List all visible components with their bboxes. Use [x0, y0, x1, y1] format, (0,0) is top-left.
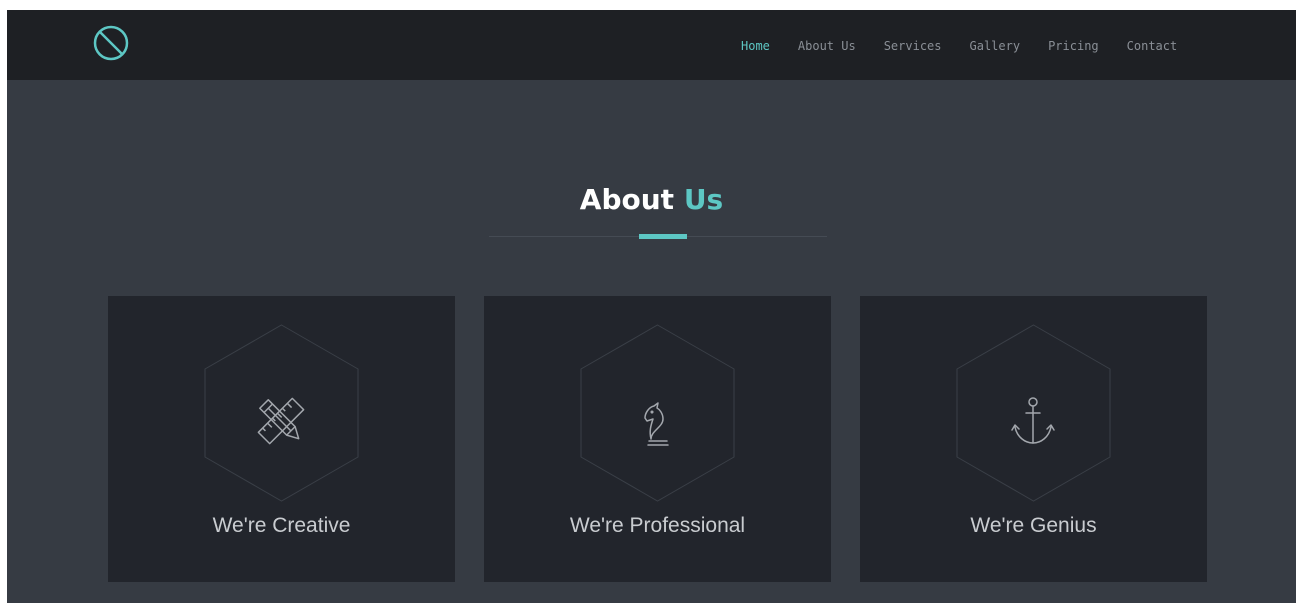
pencil-ruler-icon — [257, 397, 305, 445]
circle-slash-logo-icon[interactable] — [92, 24, 130, 62]
card-label: We're Professional — [569, 514, 746, 537]
nav-item-about-us[interactable]: About Us — [798, 36, 856, 56]
section-title-main: About — [579, 183, 675, 216]
section-title-accent: Us — [683, 183, 724, 216]
card-label: We're Genius — [970, 514, 1097, 537]
section-title: About Us — [7, 180, 1296, 220]
card-label: We're Creative — [212, 514, 351, 537]
nav-item-contact[interactable]: Contact — [1127, 36, 1178, 56]
feature-card-genius[interactable]: We're Genius — [860, 296, 1207, 582]
nav-item-gallery[interactable]: Gallery — [970, 36, 1021, 56]
chess-knight-icon — [644, 402, 669, 446]
nav-item-services[interactable]: Services — [884, 36, 942, 56]
feature-card-professional[interactable]: We're Professional — [484, 296, 831, 582]
page: Home About Us Services Gallery Pricing C… — [7, 10, 1296, 603]
nav-menu: Home About Us Services Gallery Pricing C… — [741, 36, 1177, 56]
anchor-icon — [1011, 397, 1055, 444]
navbar: Home About Us Services Gallery Pricing C… — [7, 10, 1296, 80]
nav-item-pricing[interactable]: Pricing — [1048, 36, 1099, 56]
feature-card-creative[interactable]: We're Creative — [108, 296, 455, 582]
nav-item-home[interactable]: Home — [741, 36, 770, 56]
title-divider-accent — [639, 234, 687, 239]
